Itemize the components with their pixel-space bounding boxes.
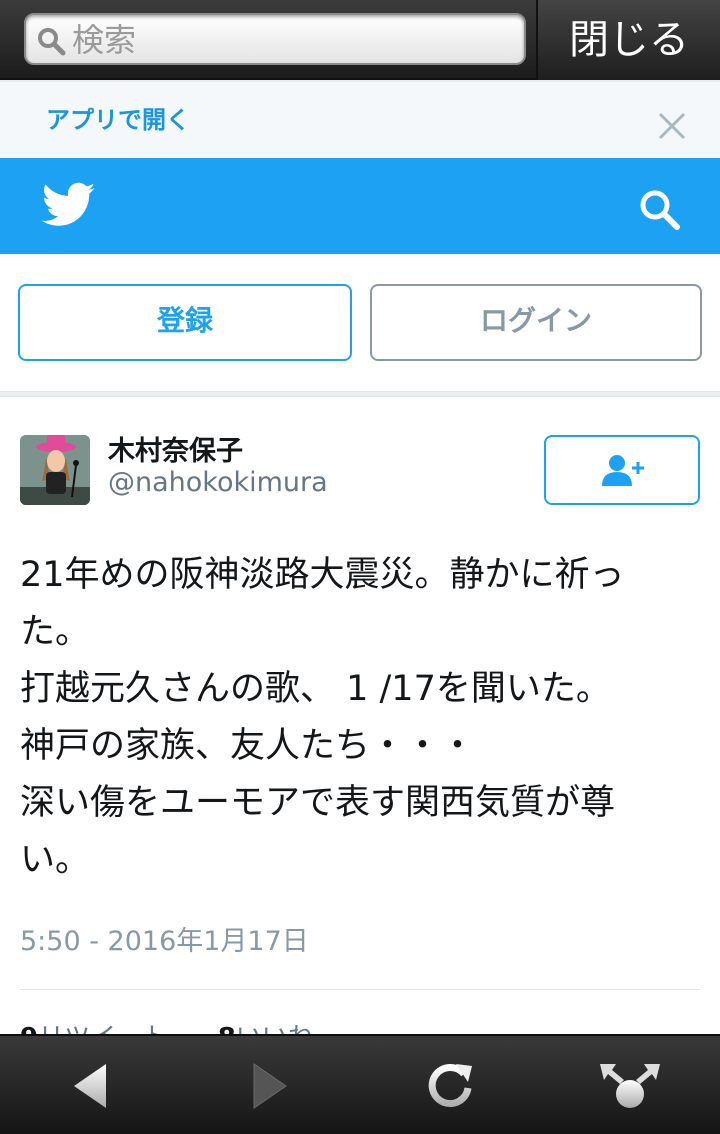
avatar[interactable] — [20, 435, 90, 505]
tweet-text-line: い。 — [20, 840, 91, 880]
tweet-card: 木村奈保子 @nahokokimura 21年めの阪神淡路大震災。静かに祈っ た… — [0, 396, 720, 1053]
signup-button[interactable]: 登録 — [18, 284, 352, 361]
open-in-app-link[interactable]: アプリで開く — [46, 100, 190, 135]
tweet-text-line: た。 — [20, 612, 91, 652]
browser-bottom-bar — [0, 1034, 720, 1134]
tweet-timestamp[interactable]: 5:50 - 2016年1月17日 — [20, 919, 309, 958]
close-icon[interactable] — [656, 110, 688, 142]
tweet-text-line: 深い傷をユーモアで表す関西気質が尊 — [20, 783, 616, 823]
display-name[interactable]: 木村奈保子 — [108, 429, 243, 468]
twitter-bird-icon[interactable] — [42, 182, 96, 228]
share-icon — [600, 1064, 660, 1108]
app-banner: アプリで開く — [0, 82, 720, 158]
search-placeholder: 検索 — [72, 21, 137, 59]
back-button[interactable] — [0, 1036, 180, 1134]
reload-button[interactable] — [360, 1036, 540, 1134]
tweet-text-line: 21年めの阪神淡路大震災。静かに祈っ — [20, 555, 625, 595]
forward-arrow-icon — [253, 1063, 287, 1109]
back-arrow-icon — [74, 1064, 106, 1108]
tweet-text-line: 打越元久さんの歌、 1 /17を聞いた。 — [20, 669, 611, 709]
share-button[interactable] — [540, 1036, 720, 1134]
browser-search-input[interactable]: 検索 — [24, 13, 526, 65]
login-button[interactable]: ログイン — [370, 284, 702, 361]
reload-icon — [428, 1064, 472, 1107]
browser-top-bar: 検索 閉じる — [0, 0, 720, 80]
search-icon[interactable] — [636, 186, 682, 232]
forward-button[interactable] — [180, 1036, 360, 1134]
follow-user-icon — [602, 455, 644, 486]
user-handle[interactable]: @nahokokimura — [108, 467, 328, 498]
tweet-text-line: 神戸の家族、友人たち・・・ — [20, 726, 476, 766]
close-button[interactable]: 閉じる — [536, 0, 720, 80]
divider — [20, 989, 700, 990]
search-icon — [38, 28, 66, 56]
tweet-text: 21年めの阪神淡路大震災。静かに祈っ た。 打越元久さんの歌、 1 /17を聞い… — [20, 547, 710, 889]
auth-section: 登録 ログイン — [0, 254, 720, 392]
twitter-header — [0, 158, 720, 254]
follow-button[interactable] — [544, 435, 700, 505]
